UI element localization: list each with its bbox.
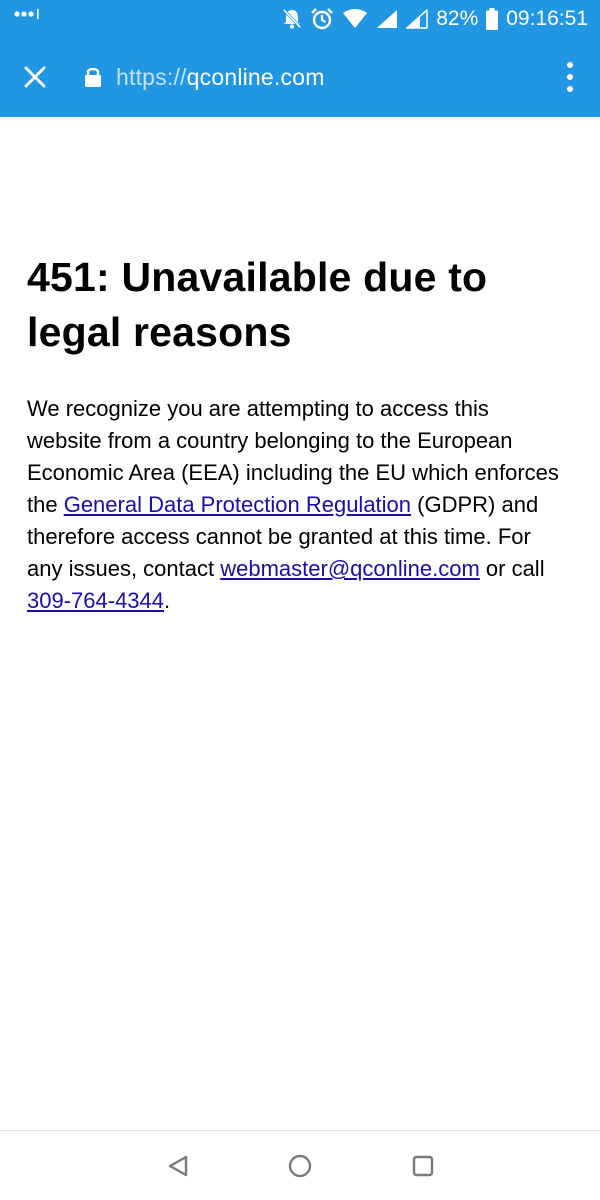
url-text: https://qconline.com [116, 64, 325, 91]
status-bar: 82% 09:16:51 [0, 0, 600, 38]
body-text: or call [479, 556, 545, 581]
cell-signal-icon [406, 9, 428, 29]
browser-toolbar: https://qconline.com [0, 38, 600, 117]
home-icon[interactable] [285, 1151, 315, 1181]
page-title: 451: Unavailable due to legal reasons [27, 254, 488, 355]
navigation-bar [0, 1130, 600, 1200]
lock-icon [84, 66, 102, 88]
recents-icon[interactable] [408, 1151, 438, 1181]
page-message: We recognize you are attempting to acces… [27, 393, 567, 617]
body-text: . [164, 588, 171, 613]
alarm-icon [310, 7, 334, 31]
url-scheme: https:// [116, 63, 187, 90]
battery-percent: 82% [436, 7, 479, 30]
notifications-off-icon [282, 8, 302, 30]
battery-icon [486, 8, 499, 30]
page-content: 451: Unavailable due to legal reasons We… [27, 250, 567, 617]
close-icon[interactable] [20, 62, 50, 92]
email-link[interactable]: webmaster@qconline.com [220, 556, 480, 581]
signal-dots-icon [14, 8, 40, 20]
clock: 09:16:51 [506, 7, 588, 30]
wifi-icon [342, 9, 368, 29]
phone-link[interactable]: 309-764-4344 [27, 588, 164, 613]
url-host: qconline.com [186, 63, 325, 90]
url-bar[interactable]: https://qconline.com [84, 58, 524, 96]
gdpr-link[interactable]: General Data Protection Regulation [64, 492, 411, 517]
cell-signal-icon [376, 9, 398, 29]
back-icon[interactable] [163, 1151, 193, 1181]
status-icons: 82% 09:16:51 [282, 6, 588, 32]
overflow-menu-icon[interactable] [564, 62, 576, 92]
